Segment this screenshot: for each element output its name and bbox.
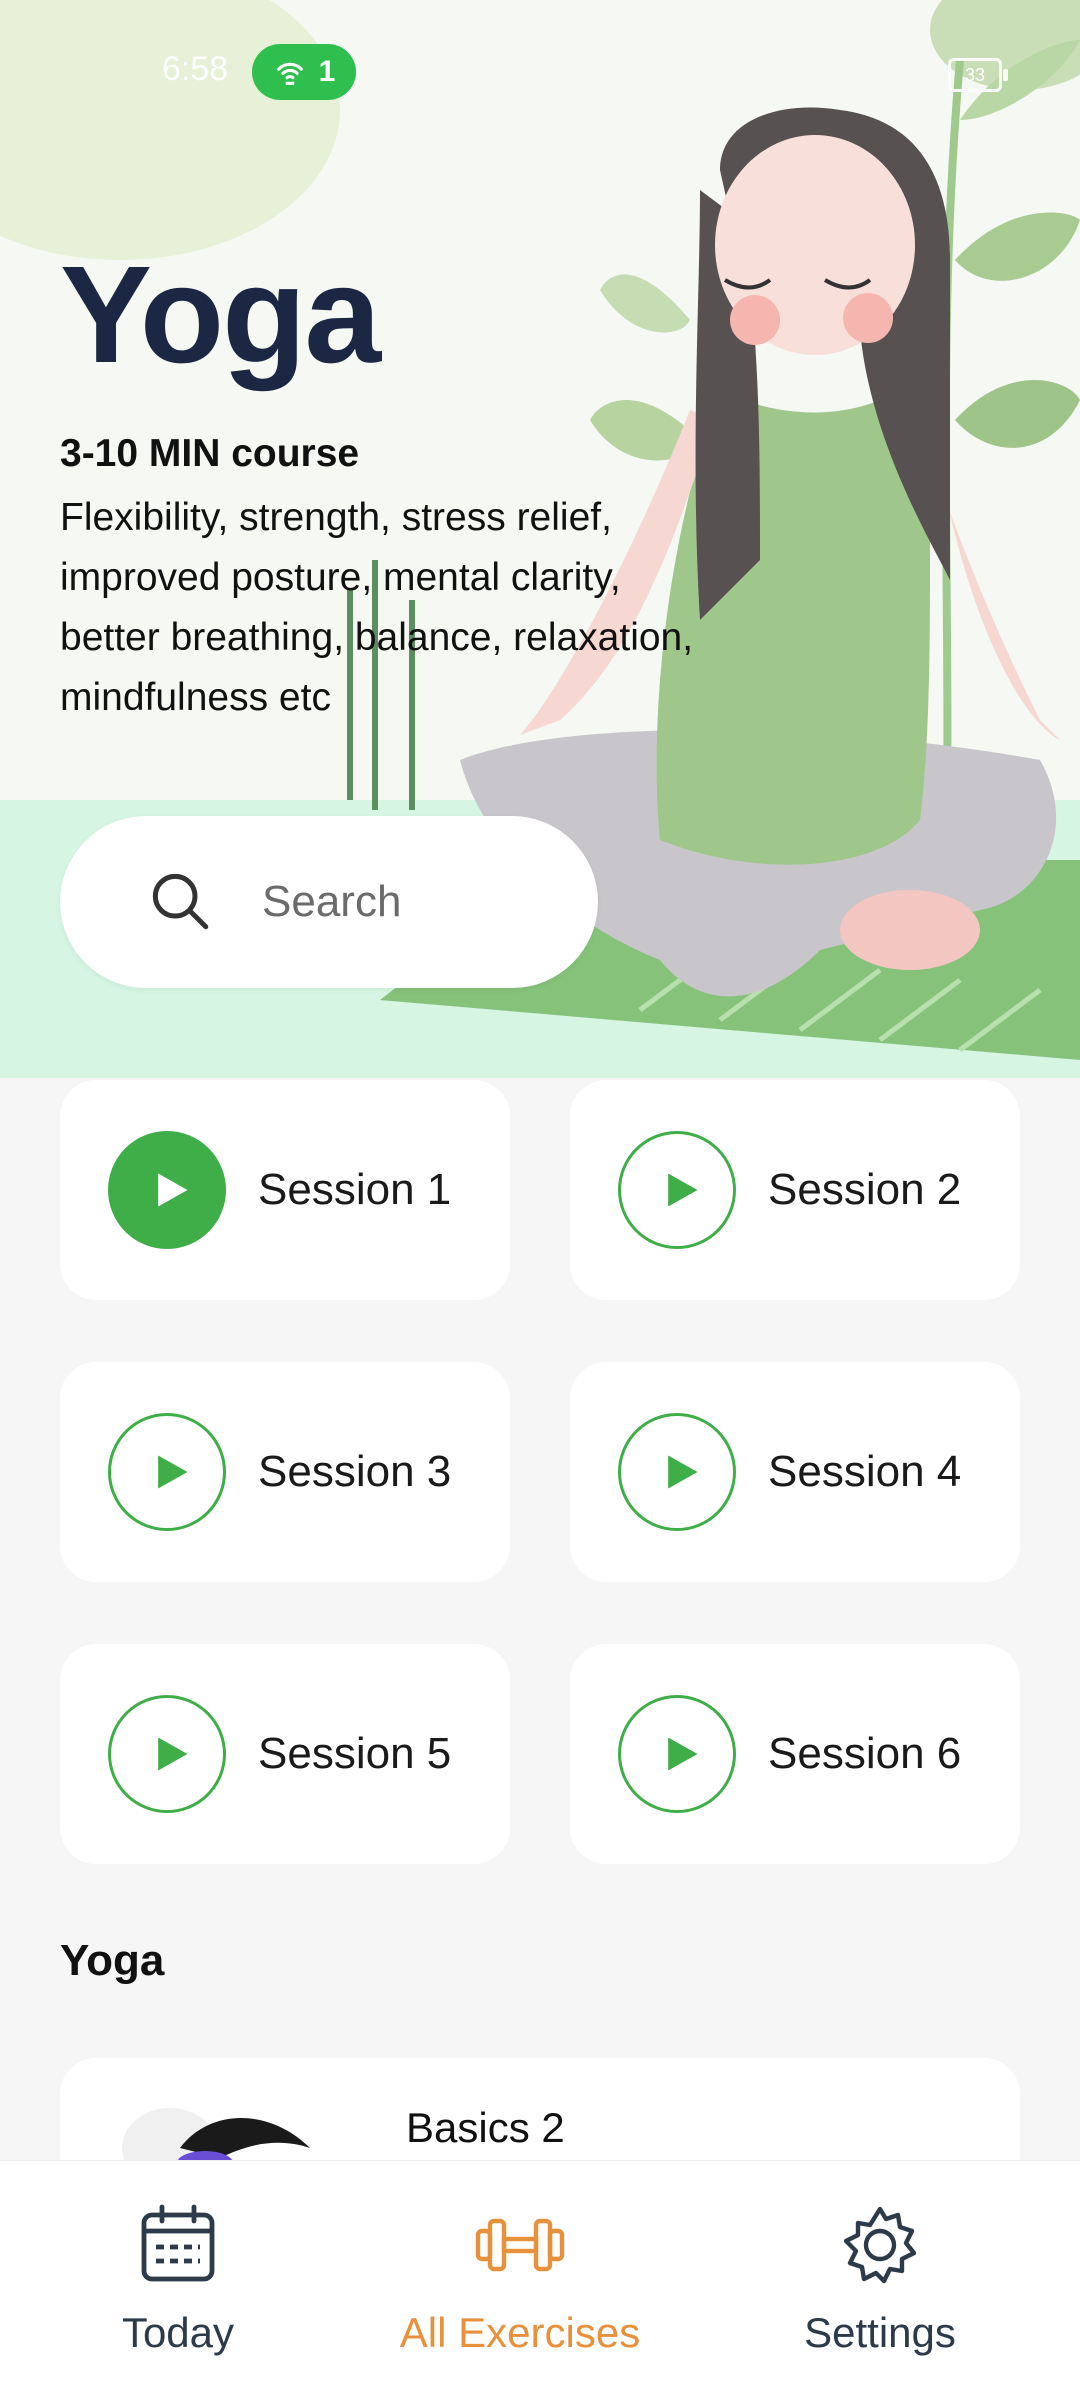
status-time: 6:58 — [162, 50, 229, 88]
play-icon — [668, 1173, 698, 1207]
nav-item-settings[interactable]: Settings — [730, 2197, 1030, 2377]
page-title: Yoga — [60, 238, 381, 392]
search-bar[interactable]: Search — [60, 816, 598, 988]
play-icon — [158, 1173, 188, 1207]
session-card[interactable]: Session 2 — [570, 1080, 1020, 1300]
hotspot-count: 1 — [318, 55, 336, 88]
nav-item-all-exercises[interactable]: All Exercises — [370, 2197, 670, 2377]
session-card[interactable]: Session 1 — [60, 1080, 510, 1300]
hotspot-indicator: 1 — [252, 44, 356, 100]
search-placeholder: Search — [262, 877, 402, 926]
session-label: Session 4 — [768, 1447, 962, 1496]
session-card[interactable]: Session 5 — [60, 1644, 510, 1864]
battery-level: 33 — [964, 64, 986, 85]
nav-label-all-exercises: All Exercises — [399, 2309, 641, 2356]
hotspot-icon — [276, 62, 303, 85]
course-duration: 3-10 MIN course — [60, 432, 360, 475]
lesson-title: Basics 2 — [406, 2104, 565, 2151]
session-card[interactable]: Session 6 — [570, 1644, 1020, 1864]
gear-icon — [843, 2206, 917, 2284]
play-icon — [668, 1737, 698, 1771]
session-label: Session 3 — [258, 1447, 452, 1496]
play-button[interactable] — [618, 1413, 736, 1531]
play-button[interactable] — [108, 1695, 226, 1813]
play-button[interactable] — [618, 1695, 736, 1813]
session-card[interactable]: Session 3 — [60, 1362, 510, 1582]
session-label: Session 2 — [768, 1165, 962, 1214]
search-icon — [152, 873, 209, 930]
session-label: Session 6 — [768, 1729, 962, 1778]
play-icon — [158, 1455, 188, 1489]
play-icon — [668, 1455, 698, 1489]
section-title: Yoga — [60, 1936, 165, 1985]
nav-item-today[interactable]: Today — [28, 2197, 328, 2377]
hero-banner: 6:58 1 33 Yoga 3-10 MIN course Flexibili… — [0, 0, 1080, 1078]
nav-label-today: Today — [121, 2309, 235, 2356]
play-button[interactable] — [618, 1131, 736, 1249]
dumbbell-icon — [475, 2218, 565, 2272]
nav-label-settings: Settings — [804, 2309, 956, 2356]
play-button[interactable] — [108, 1131, 226, 1249]
play-button[interactable] — [108, 1413, 226, 1531]
session-label: Session 5 — [258, 1729, 452, 1778]
calendar-icon — [141, 2204, 215, 2282]
bottom-navigation: Today All Exercises Settings — [0, 2160, 1080, 2401]
session-label: Session 1 — [258, 1165, 452, 1214]
session-card[interactable]: Session 4 — [570, 1362, 1020, 1582]
battery-icon: 33 — [948, 58, 1008, 92]
play-icon — [158, 1737, 188, 1771]
course-description: Flexibility, strength, stress relief, im… — [60, 496, 694, 719]
